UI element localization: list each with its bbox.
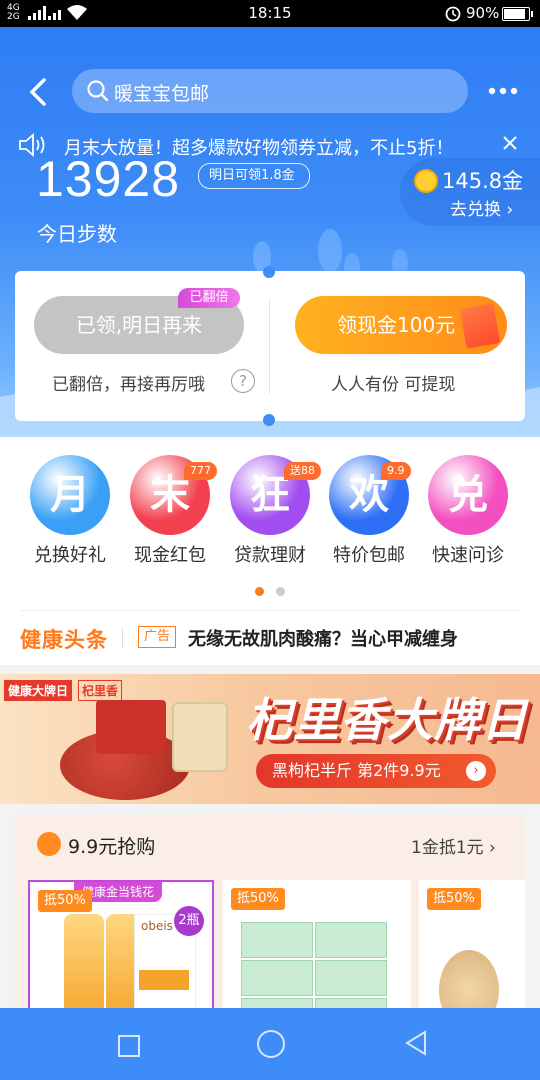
deals-title: 9.9元抢购 [68, 836, 156, 858]
banner-brand-tag: 健康大牌日 [4, 680, 73, 701]
discount-tag: 抵50% [231, 888, 285, 910]
page-indicator-active [255, 587, 264, 596]
quick-icon-badge: 送88 [284, 462, 321, 480]
product-image [315, 922, 387, 958]
banner-cta[interactable]: 黑枸杞半斤 第2件9.9元 › [256, 754, 496, 788]
quick-icon-badge: 9.9 [381, 462, 411, 480]
gold-balance[interactable]: 145.8金 去兑换 › [400, 158, 540, 226]
banner-brand-logo: 杞里香 [78, 680, 123, 701]
home-button[interactable] [257, 1030, 285, 1058]
ad-tag: 广告 [138, 626, 176, 648]
status-bar: 4G 2G 18:15 90% [0, 0, 540, 27]
exchange-link[interactable]: 去兑换 › [450, 195, 513, 220]
help-icon[interactable]: ? [231, 369, 255, 393]
discount-tag: 抵50% [427, 888, 481, 910]
search-bar[interactable]: 暖宝宝包邮 [72, 69, 468, 113]
battery-text: 90% [466, 4, 500, 22]
search-text: 暖宝宝包邮 [114, 83, 210, 105]
alarm-icon [445, 6, 461, 22]
divider [122, 628, 123, 648]
back-button[interactable] [404, 1030, 428, 1056]
recent-apps-button[interactable] [118, 1035, 140, 1057]
quick-icon-label[interactable]: 快速问诊 [413, 541, 523, 567]
step-count: 13928 [36, 151, 181, 207]
claim-cash-button[interactable]: 领现金100元 [295, 296, 507, 354]
battery-icon [502, 7, 533, 21]
diamond-icon [37, 832, 61, 856]
product-label [139, 970, 189, 990]
quick-icon-label[interactable]: 特价包邮 [314, 541, 424, 567]
search-icon [87, 80, 109, 102]
card-notch [263, 266, 275, 278]
gold-coin-icon [414, 169, 438, 193]
discount-tag: 抵50% [38, 890, 92, 912]
red-envelope-icon [459, 303, 501, 349]
card-notch [263, 414, 275, 426]
claim-cash-label: 领现金100元 [337, 313, 456, 337]
promo-banner[interactable]: 健康大牌日 杞里香 杞里香大牌日 黑枸杞半斤 第2件9.9元 › [0, 674, 540, 804]
product-image [241, 960, 313, 996]
quick-icon-0[interactable]: 月 [30, 455, 110, 535]
divider [20, 610, 520, 611]
count-badge: 2瓶 [174, 906, 204, 936]
doubled-badge: 已翻倍 [178, 288, 240, 308]
quick-icon-label[interactable]: 兑换好礼 [15, 541, 125, 567]
headline-link[interactable]: 无缘无故肌肉酸痛？当心甲减缠身 [188, 625, 458, 651]
tomorrow-tip: 明日可领1.8金 [198, 163, 310, 189]
product-image [96, 700, 166, 754]
deals-more-link[interactable]: 1金抵1元 › [411, 833, 496, 858]
product-brand: obeis [141, 919, 173, 933]
quick-icon-label[interactable]: 贷款理财 [215, 541, 325, 567]
card-divider [269, 298, 270, 394]
close-icon[interactable] [502, 135, 518, 151]
cash-hint: 人人有份 可提现 [331, 375, 456, 395]
banner-headline: 杞里香大牌日 [246, 693, 528, 747]
product-image [241, 922, 313, 958]
quick-icon-badge: 777 [184, 462, 217, 480]
system-nav-bar [0, 1008, 540, 1080]
product-image [315, 960, 387, 996]
chevron-right-icon: › [466, 761, 486, 781]
quick-icon-label[interactable]: 现金红包 [115, 541, 225, 567]
step-label: 今日步数 [37, 222, 117, 246]
back-arrow-icon[interactable] [26, 77, 52, 107]
headline-section-title: 健康头条 [20, 628, 108, 652]
gold-value: 145.8金 [442, 169, 524, 193]
more-icon[interactable] [488, 87, 518, 95]
quick-icon-4[interactable]: 兑 [428, 455, 508, 535]
product-image [172, 702, 228, 772]
page-indicator[interactable] [276, 587, 285, 596]
banner-cta-text: 黑枸杞半斤 第2件9.9元 [272, 761, 441, 780]
doubled-hint: 已翻倍，再接再厉哦 [52, 375, 205, 395]
